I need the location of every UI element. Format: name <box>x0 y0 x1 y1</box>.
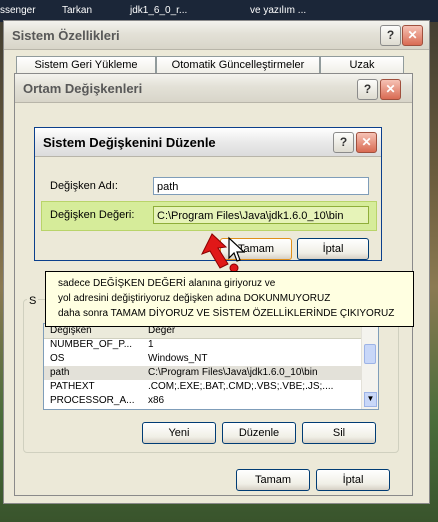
callout-line: sadece DEĞİŞKEN DEĞERİ alanına giriyoruz… <box>58 278 276 289</box>
variable-value-label: Değişken Değeri: <box>50 209 135 221</box>
window-title: Sistem Özellikleri <box>12 28 120 43</box>
variable-value: 1 <box>148 339 154 350</box>
dialog-title: Sistem Değişkenini Düzenle <box>43 135 216 150</box>
desktop-taskbar-strip: ssenger Tarkan jdk1_6_0_r... ve yazılım … <box>0 0 438 22</box>
instruction-callout: sadece DEĞİŞKEN DEĞERİ alanına giriyoruz… <box>45 271 414 327</box>
scroll-thumb[interactable] <box>364 344 376 364</box>
close-button[interactable]: ✕ <box>402 25 423 46</box>
tab-remote[interactable]: Uzak <box>320 56 404 73</box>
desktop-item[interactable]: jdk1_6_0_r... <box>130 5 187 16</box>
tab-system-restore[interactable]: Sistem Geri Yükleme <box>16 56 156 73</box>
help-icon[interactable]: ? <box>380 25 401 46</box>
variable-name: PATHEXT <box>50 381 95 392</box>
group-label: S <box>27 295 39 307</box>
edit-dialog-titlebar: Sistem Değişkenini Düzenle ? ✕ <box>35 128 381 157</box>
variable-value: C:\Program Files\Java\jdk1.6.0_10\bin <box>148 367 318 378</box>
variable-name-field[interactable]: path <box>153 177 369 195</box>
variable-name: PROCESSOR_A... <box>50 395 135 406</box>
environment-variables-titlebar: Ortam Değişkenleri ? ✕ <box>15 74 412 103</box>
delete-button[interactable]: Sil <box>302 422 376 444</box>
mouse-cursor-icon <box>228 236 245 262</box>
variable-name: OS <box>50 353 65 364</box>
desktop-item[interactable]: Tarkan <box>62 5 92 16</box>
variable-name-label: Değişken Adı: <box>50 180 118 192</box>
ok-button[interactable]: Tamam <box>236 469 310 491</box>
variable-value: x86 <box>148 395 165 406</box>
list-item[interactable]: PATHEXT .COM;.EXE;.BAT;.CMD;.VBS;.VBE;.J… <box>44 380 362 394</box>
close-button[interactable]: ✕ <box>356 132 377 153</box>
variable-name: path <box>50 367 70 378</box>
desktop-item[interactable]: ssenger <box>0 5 36 16</box>
variable-value: .COM;.EXE;.BAT;.CMD;.VBS;.VBE;.JS;.... <box>148 381 334 392</box>
window-title: Ortam Değişkenleri <box>23 81 143 96</box>
close-button[interactable]: ✕ <box>380 79 401 100</box>
callout-line: yol adresini değiştiriyoruz değişken adı… <box>58 293 331 304</box>
scroll-down-icon[interactable]: ▼ <box>364 392 377 407</box>
new-button[interactable]: Yeni <box>142 422 216 444</box>
desktop-item[interactable]: ve yazılım ... <box>250 5 306 16</box>
help-icon[interactable]: ? <box>333 132 354 153</box>
system-variables-list[interactable]: Değişken Değer NUMBER_OF_P... 1 OS Windo… <box>43 323 379 410</box>
variable-value: Windows_NT <box>148 353 208 364</box>
list-item[interactable]: PROCESSOR_A... x86 <box>44 394 362 408</box>
list-item[interactable]: OS Windows_NT <box>44 352 362 366</box>
cancel-button[interactable]: İptal <box>316 469 390 491</box>
cancel-button[interactable]: İptal <box>297 238 369 260</box>
variable-name: NUMBER_OF_P... <box>50 339 133 350</box>
list-item-selected[interactable]: path C:\Program Files\Java\jdk1.6.0_10\b… <box>44 366 362 380</box>
help-icon[interactable]: ? <box>357 79 378 100</box>
tab-automatic-updates[interactable]: Otomatik Güncelleştirmeler <box>156 56 320 73</box>
callout-line: daha sonra TAMAM DİYORUZ VE SİSTEM ÖZELL… <box>58 308 395 319</box>
variable-value-field[interactable]: C:\Program Files\Java\jdk1.6.0_10\bin <box>153 206 369 224</box>
list-scrollbar[interactable]: ▼ <box>361 324 378 409</box>
system-properties-titlebar: Sistem Özellikleri ? ✕ <box>4 21 429 50</box>
list-item[interactable]: NUMBER_OF_P... 1 <box>44 338 362 352</box>
edit-button[interactable]: Düzenle <box>222 422 296 444</box>
